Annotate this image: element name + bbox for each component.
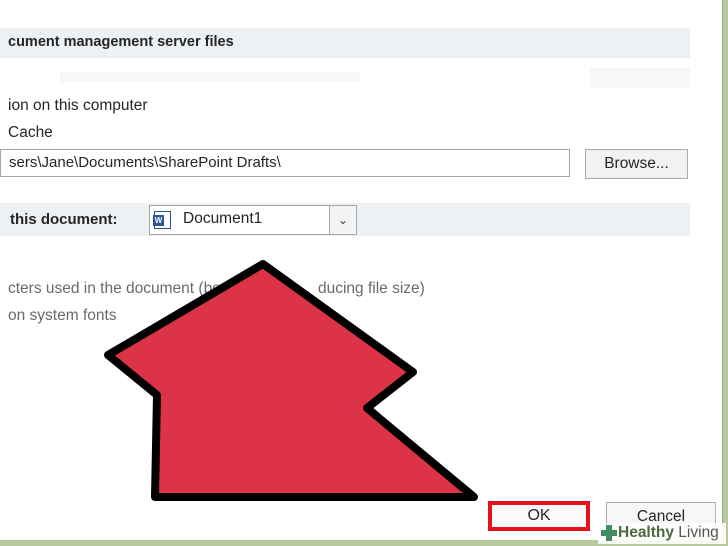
watermark-text: Healthy Living [618, 524, 719, 542]
red-arrow-pointer-icon [104, 260, 478, 501]
watermark-brand: Healthy [618, 524, 674, 541]
ok-button[interactable]: OK [488, 501, 590, 531]
healthy-living-watermark: Healthy Living [598, 523, 726, 544]
medical-cross-icon [601, 525, 617, 541]
watermark-rest: Living [674, 524, 719, 541]
